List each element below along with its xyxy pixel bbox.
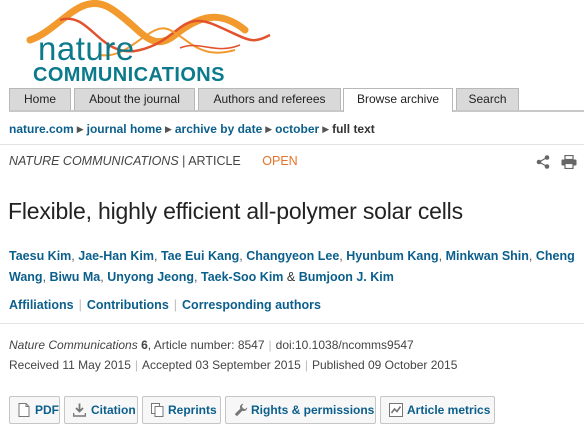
logo-nature-text[interactable]: nature <box>38 30 135 68</box>
citation-journal: Nature Communications <box>9 338 138 352</box>
author-link[interactable]: Taesu Kim <box>9 249 71 263</box>
published-date: 09 October 2015 <box>368 358 458 372</box>
article-title: Flexible, highly efficient all-polymer s… <box>8 198 463 224</box>
divider <box>0 323 584 324</box>
tab-home[interactable]: Home <box>9 88 71 110</box>
article-metrics-button[interactable]: Article metrics <box>380 396 495 424</box>
breadcrumb-arrow-icon: ▶ <box>164 124 172 134</box>
download-icon <box>73 403 86 417</box>
rights-permissions-button[interactable]: Rights & permissions <box>225 396 376 424</box>
author-link[interactable]: Biwu Ma <box>50 270 101 284</box>
citation-divider: | <box>268 338 272 352</box>
reprints-button[interactable]: Reprints <box>142 396 221 424</box>
author-info-links: Affiliations | Contributions | Corresponding… <box>9 298 321 312</box>
metrics-icon <box>389 403 403 417</box>
author-link[interactable]: Unyong Jeong <box>107 270 194 284</box>
pdf-icon <box>18 403 30 417</box>
print-icon[interactable] <box>561 155 577 169</box>
pdf-label: PDF <box>35 403 59 417</box>
article-metrics-label: Article metrics <box>407 403 491 417</box>
date-divider: | <box>304 358 308 372</box>
date-divider: | <box>134 358 138 372</box>
breadcrumb-arrow-icon: ▶ <box>265 124 273 134</box>
citation-button[interactable]: Citation <box>64 396 138 424</box>
site-header: nature COMMUNICATIONS <box>0 0 584 90</box>
accepted-label: Accepted <box>142 358 193 372</box>
open-access-badge: OPEN <box>262 154 298 168</box>
received-date: 11 May 2015 <box>62 358 131 372</box>
tab-browse-archive[interactable]: Browse archive <box>343 88 453 112</box>
corresponding-authors-link[interactable]: Corresponding authors <box>182 298 321 312</box>
link-divider: | <box>78 298 82 312</box>
received-label: Received <box>9 358 60 372</box>
article-type-row: NATURE COMMUNICATIONS | ARTICLE OPEN <box>9 154 298 168</box>
author-link[interactable]: Bumjoon J. Kim <box>299 270 394 284</box>
reprints-label: Reprints <box>168 403 217 417</box>
breadcrumb-archive-by-date[interactable]: archive by date <box>175 122 262 136</box>
author-list: Taesu Kim, Jae-Han Kim, Tae Eui Kang, Ch… <box>9 249 575 284</box>
divider <box>0 144 584 145</box>
breadcrumb-full-text: full text <box>332 122 375 136</box>
citation-volume: 6 <box>141 338 148 352</box>
tab-search[interactable]: Search <box>456 88 519 110</box>
main-nav-tabs: Home About the journal Authors and refer… <box>9 88 584 112</box>
pdf-button[interactable]: PDF <box>9 396 60 424</box>
article-type: ARTICLE <box>188 154 241 168</box>
author-link[interactable]: Tae Eui Kang <box>161 249 239 263</box>
affiliations-link[interactable]: Affiliations <box>9 298 74 312</box>
reprints-icon <box>151 403 164 417</box>
share-icon[interactable] <box>536 155 550 169</box>
article-number-label: Article number: <box>153 338 235 352</box>
breadcrumb-arrow-icon: ▶ <box>76 124 84 134</box>
breadcrumb-october[interactable]: october <box>275 122 319 136</box>
link-divider: | <box>173 298 178 312</box>
wrench-icon <box>234 403 248 417</box>
tab-about-the-journal[interactable]: About the journal <box>74 88 195 110</box>
article-type-divider: | <box>182 154 186 168</box>
rights-permissions-label: Rights & permissions <box>251 403 375 417</box>
journal-name: NATURE COMMUNICATIONS <box>9 154 179 168</box>
author-link[interactable]: Changyeon Lee <box>246 249 339 263</box>
breadcrumb-arrow-icon: ▶ <box>322 124 330 134</box>
author-link[interactable]: Jae-Han Kim <box>78 249 154 263</box>
author-link[interactable]: Minkwan Shin <box>446 249 529 263</box>
accepted-date: 03 September 2015 <box>195 358 301 372</box>
doi: doi:10.1038/ncomms9547 <box>275 338 414 352</box>
contributions-link[interactable]: Contributions <box>87 298 169 312</box>
published-label: Published <box>311 358 365 372</box>
breadcrumb: nature.com ▶ journal home ▶ archive by date ▶… <box>9 122 375 136</box>
author-conjunction: & <box>286 270 296 284</box>
breadcrumb-journal-home[interactable]: journal home <box>87 122 162 136</box>
citation-line: Nature Communications 6, Article number:… <box>9 338 414 352</box>
logo-communications-text[interactable]: COMMUNICATIONS <box>33 64 225 87</box>
publication-dates: Received 11 May 2015 | Accepted 03 Septemb… <box>9 358 457 372</box>
citation-label: Citation <box>91 403 136 417</box>
tab-authors-and-referees[interactable]: Authors and referees <box>198 88 341 110</box>
article-number: 8547 <box>237 338 265 352</box>
breadcrumb-nature-com[interactable]: nature.com <box>9 122 74 136</box>
author-link[interactable]: Taek-Soo Kim <box>201 270 283 284</box>
author-link[interactable]: Hyunbum Kang <box>346 249 438 263</box>
